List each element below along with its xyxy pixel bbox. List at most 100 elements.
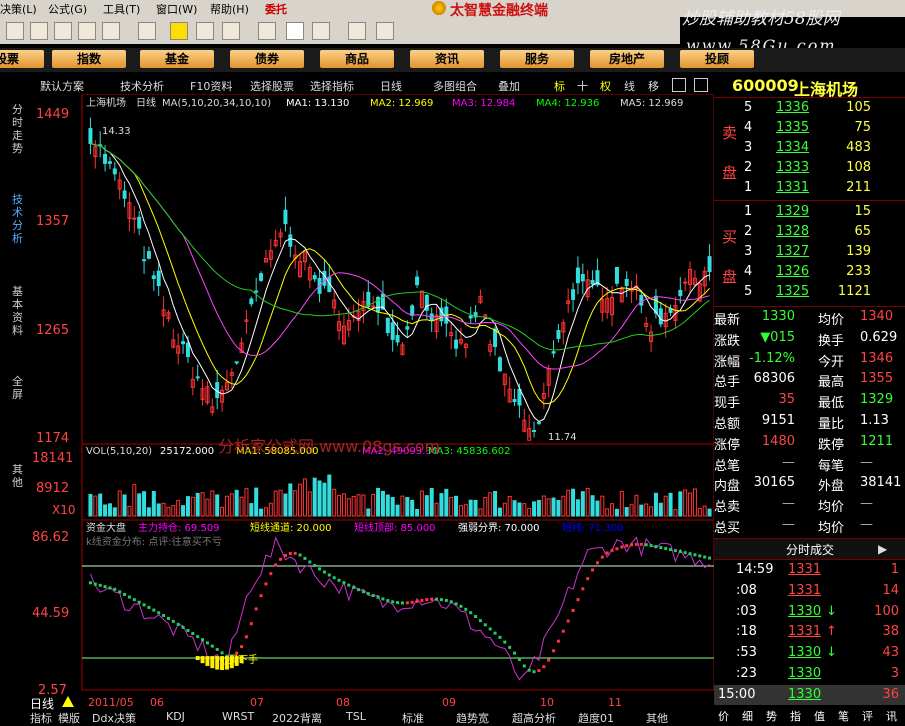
period-dropdown[interactable]: 日线 (380, 78, 402, 94)
stat-key: 总额 (714, 417, 741, 432)
side-tab-fundamental[interactable]: 基本资料 (12, 285, 26, 337)
candle-body (390, 322, 395, 340)
menu-help[interactable]: 帮助(H) (210, 1, 249, 17)
trend-dot (444, 598, 448, 602)
help-icon[interactable] (376, 22, 394, 40)
cat-index[interactable]: 指数 (52, 50, 126, 68)
f10-button[interactable]: F10资料 (190, 78, 232, 94)
cat-service[interactable]: 服务 (500, 50, 574, 68)
chart-area[interactable]: 上海机场 日线 MA(5,10,20,34,10,10) MA1: 13.130… (28, 94, 714, 696)
rights-button[interactable]: 权 (600, 78, 611, 94)
right-tab[interactable]: 笔 (838, 708, 849, 724)
bottom-tab-ddx[interactable]: Ddx决策 (92, 710, 136, 726)
volume-bar (312, 477, 317, 517)
bottom-tab-template[interactable]: 模版 (58, 710, 80, 726)
side-tab-other[interactable]: 其他 (12, 463, 26, 489)
scheme-dropdown[interactable]: 默认方案 (40, 78, 84, 94)
delegate-button[interactable]: 委托 (265, 1, 287, 17)
stat-key: 均价 (818, 313, 845, 328)
move-button[interactable]: 移 (648, 78, 659, 94)
trend-dot (381, 597, 385, 601)
trend-dot (162, 614, 166, 618)
bottom-tab-standard[interactable]: 标准 (402, 710, 424, 726)
chevron-right-icon[interactable]: ▶ (878, 542, 887, 556)
side-tab-timeshare[interactable]: 分时走势 (12, 103, 26, 155)
zoom-in-icon[interactable] (672, 78, 686, 92)
menu-window[interactable]: 窗口(W) (156, 1, 197, 17)
right-tab[interactable]: 指 (790, 708, 801, 724)
candle-body (112, 168, 117, 175)
buy-volume: 65 (854, 224, 871, 239)
date-tick: 11 (608, 696, 622, 709)
volume-bar (575, 499, 580, 517)
tick-arrow: ↑ (826, 624, 837, 640)
trend-dot (703, 555, 707, 559)
cat-stock[interactable]: 股票 (0, 50, 44, 68)
overlay-button[interactable]: 叠加 (498, 78, 520, 94)
bottom-bar: 日线 2011/05 06 07 08 09 10 11 指标 模版 Ddx决策… (0, 696, 714, 725)
hammer-icon[interactable] (196, 22, 214, 40)
side-tab-technical[interactable]: 技术分析 (12, 193, 26, 245)
right-tab[interactable]: 讯 (886, 708, 897, 724)
bottom-tab-divergence[interactable]: 2022背离 (272, 710, 322, 726)
bottom-tab-kdj[interactable]: KDJ (166, 710, 185, 723)
bottom-tab-trend[interactable]: 趋势宽 (456, 710, 489, 726)
crosshair-button[interactable]: 十 (577, 78, 588, 94)
trend-dot (93, 582, 97, 586)
diamond-icon[interactable] (170, 22, 188, 40)
home-icon[interactable] (138, 22, 156, 40)
cat-commodity[interactable]: 商品 (320, 50, 394, 68)
right-tab[interactable]: 值 (814, 708, 825, 724)
sell-level: 1 (744, 180, 753, 195)
menu-tools[interactable]: 工具(T) (103, 1, 140, 17)
tech-analysis-dropdown[interactable]: 技术分析 (120, 78, 164, 94)
side-tab-fullscreen[interactable]: 全屏 (12, 375, 26, 401)
trend-dot (322, 570, 326, 574)
tick-volume: 100 (874, 603, 899, 619)
right-tab[interactable]: 评 (862, 708, 873, 724)
ticks-header-bar: 分时成交 ▶ (714, 538, 905, 560)
window-icon[interactable] (286, 22, 304, 40)
stat-value: — (782, 496, 795, 512)
multi-chart-button[interactable]: 多图组合 (433, 78, 477, 94)
grid-icon[interactable] (30, 22, 48, 40)
bottom-tab-indicator[interactable]: 指标 (30, 710, 52, 726)
trend-dot (566, 619, 570, 623)
mark-button[interactable]: 标 (554, 78, 565, 94)
bottom-tab-super[interactable]: 超高分析 (512, 710, 556, 726)
cat-advisor[interactable]: 投顾 (680, 50, 754, 68)
bottom-tab-tsl[interactable]: TSL (346, 710, 366, 723)
right-tab[interactable]: 势 (766, 708, 777, 724)
cat-bond[interactable]: 债券 (230, 50, 304, 68)
volume-bar (142, 491, 147, 517)
toolbar (0, 17, 680, 44)
candle-body (234, 361, 239, 364)
zoom-out-icon[interactable] (694, 78, 708, 92)
binoculars-icon[interactable] (54, 22, 72, 40)
star-icon[interactable] (222, 22, 240, 40)
menu-formula[interactable]: 公式(G) (48, 1, 87, 17)
line-button[interactable]: 线 (624, 78, 635, 94)
calculator-icon[interactable] (312, 22, 330, 40)
right-tab[interactable]: 细 (742, 708, 753, 724)
candle-body (454, 339, 459, 349)
cat-news[interactable]: 资讯 (410, 50, 484, 68)
bottom-tab-degree[interactable]: 趋度01 (578, 710, 614, 726)
trend-dot (259, 594, 263, 598)
candle-body (259, 273, 264, 281)
info-icon[interactable] (348, 22, 366, 40)
refresh-icon[interactable] (102, 22, 120, 40)
chart-icon[interactable] (78, 22, 96, 40)
cat-realestate[interactable]: 房地产 (590, 50, 664, 68)
stat-key: 均价 (818, 500, 845, 516)
settings-icon[interactable] (258, 22, 276, 40)
bottom-tab-wrst[interactable]: WRST (222, 710, 254, 723)
right-tab[interactable]: 价 (718, 708, 729, 724)
select-stock-button[interactable]: 选择股票 (250, 78, 294, 94)
select-indicator-button[interactable]: 选择指标 (310, 78, 354, 94)
flag-icon[interactable] (6, 22, 24, 40)
trend-dot (664, 547, 668, 551)
bottom-tab-other[interactable]: 其他 (646, 710, 668, 726)
menu-decision[interactable]: 决策(L) (0, 1, 37, 17)
cat-fund[interactable]: 基金 (140, 50, 214, 68)
